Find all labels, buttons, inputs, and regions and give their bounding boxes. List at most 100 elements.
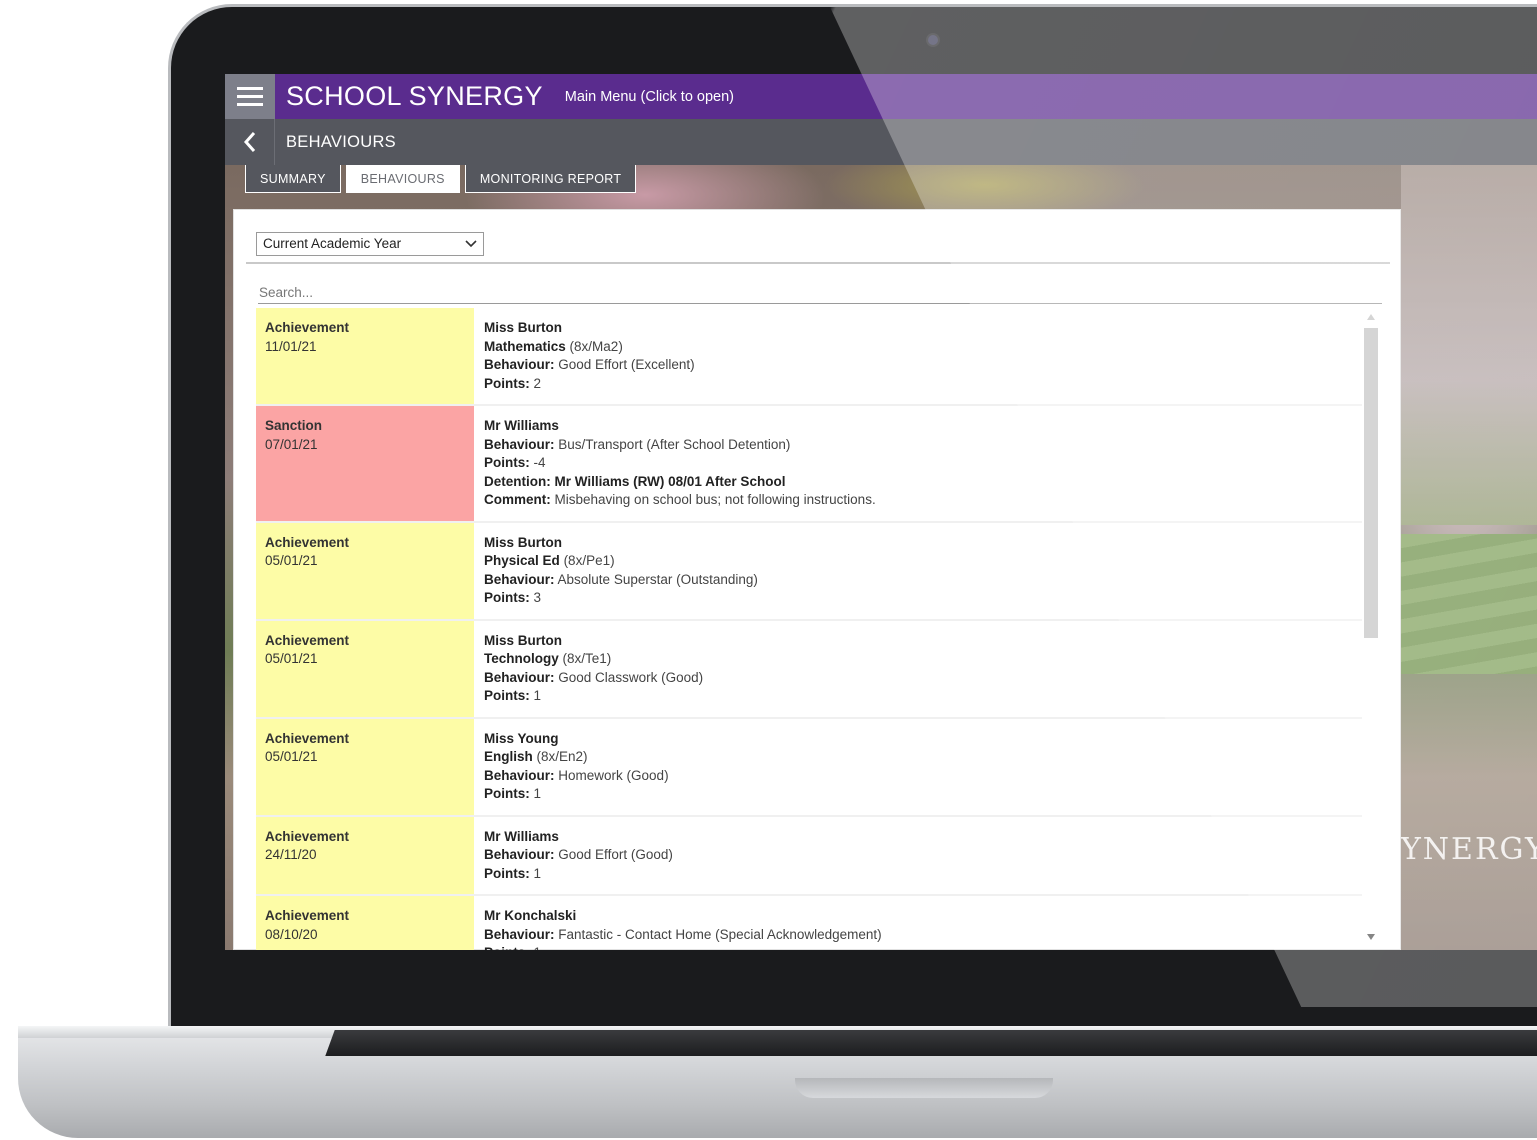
record-details: Miss Burton Physical Ed (8x/Pe1) Behavio… xyxy=(474,523,1362,619)
record-subject: Physical Ed xyxy=(484,553,560,568)
top-bar: SCHOOL SYNERGY Main Menu (Click to open) xyxy=(225,74,1537,119)
triangle-down-icon[interactable] xyxy=(1366,932,1376,942)
background-lawn xyxy=(1401,534,1537,674)
record-subject: Mathematics xyxy=(484,338,566,354)
behaviour-row[interactable]: Achievement 05/01/21 Miss Burton Technol… xyxy=(256,620,1362,719)
behaviour-label: Behaviour: xyxy=(484,357,555,372)
record-details: Miss Burton Technology (8x/Te1) Behaviou… xyxy=(474,621,1362,717)
tab-monitoring-report[interactable]: MONITORING REPORT xyxy=(464,165,637,193)
behaviour-panel: Current Academic Year Achievement 11/01/… xyxy=(233,209,1401,950)
record-comment: Misbehaving on school bus; not following… xyxy=(554,492,876,507)
record-behaviour: Good Effort (Excellent) xyxy=(558,357,695,372)
record-class: (8x/Ma2) xyxy=(569,338,623,354)
record-class: (8x/En2) xyxy=(536,749,588,764)
points-label: Points: xyxy=(484,375,530,391)
record-date: 08/10/20 xyxy=(265,926,318,942)
behaviour-row[interactable]: Sanction 07/01/21 Mr Williams Behaviour:… xyxy=(256,406,1362,523)
behaviour-label: Behaviour: xyxy=(484,436,555,452)
main-menu-link[interactable]: Main Menu (Click to open) xyxy=(565,89,734,105)
points-label: Points: xyxy=(484,865,530,881)
record-staff: Mr Konchalski xyxy=(484,908,577,923)
record-type-cell: Achievement 11/01/21 xyxy=(256,308,474,404)
record-type: Achievement xyxy=(265,534,350,550)
record-points: 1 xyxy=(533,786,542,801)
record-points: 1 xyxy=(534,945,542,950)
tab-summary[interactable]: SUMMARY xyxy=(245,165,341,193)
record-details: Mr Williams Behaviour: Good Effort (Good… xyxy=(474,817,1362,895)
behaviour-label: Behaviour: xyxy=(484,767,555,783)
record-type: Achievement xyxy=(265,632,350,648)
background-building xyxy=(1401,165,1537,525)
back-button[interactable] xyxy=(225,119,275,165)
record-type-cell: Achievement 05/01/21 xyxy=(256,718,474,815)
detention-label: Detention: xyxy=(484,473,551,489)
record-type-cell: Achievement 05/01/21 xyxy=(256,620,474,717)
record-points: 1 xyxy=(533,865,542,881)
tab-bar: SUMMARY BEHAVIOURS MONITORING REPORT xyxy=(245,165,637,193)
record-type-cell: Achievement 05/01/21 xyxy=(256,522,474,619)
record-detention: Mr Williams (RW) 08/01 After School xyxy=(554,473,786,489)
academic-year-select[interactable]: Current Academic Year xyxy=(256,232,484,256)
points-label: Points: xyxy=(484,688,530,703)
record-staff: Miss Young xyxy=(484,730,559,746)
triangle-up-icon[interactable] xyxy=(1366,312,1376,322)
behaviour-row[interactable]: Achievement 05/01/21 Miss Young English … xyxy=(256,718,1362,817)
record-type: Achievement xyxy=(265,320,350,335)
record-behaviour: Homework (Good) xyxy=(558,767,669,783)
tab-behaviours[interactable]: BEHAVIOURS xyxy=(345,165,460,193)
record-type: Achievement xyxy=(265,828,350,844)
list-scrollbar[interactable] xyxy=(1362,308,1380,946)
behaviour-row[interactable]: Achievement 24/11/20 Mr Williams Behavio… xyxy=(256,816,1362,896)
record-type: Achievement xyxy=(265,730,350,746)
behaviour-row[interactable]: Achievement 11/01/21 Miss Burton Mathema… xyxy=(256,308,1362,406)
record-class: (8x/Pe1) xyxy=(563,553,615,568)
chevron-left-icon xyxy=(243,132,255,152)
record-type-cell: Achievement 24/11/20 xyxy=(256,816,474,894)
record-behaviour: Bus/Transport (After School Detention) xyxy=(558,436,791,452)
record-points: 3 xyxy=(533,590,542,605)
points-label: Points: xyxy=(484,786,530,801)
behaviour-label: Behaviour: xyxy=(484,669,555,685)
brand-logo: SCHOOL SYNERGY xyxy=(286,81,543,111)
record-type: Sanction xyxy=(265,418,323,433)
comment-label: Comment: xyxy=(484,492,551,507)
record-staff: Miss Burton xyxy=(484,320,563,335)
scrollbar-thumb[interactable] xyxy=(1364,328,1378,638)
record-date: 05/01/21 xyxy=(265,651,318,666)
academic-year-select-value: Current Academic Year xyxy=(263,236,402,251)
record-date: 11/01/21 xyxy=(265,338,317,354)
record-details: Mr Williams Behaviour: Bus/Transport (Af… xyxy=(474,406,1362,521)
record-date: 05/01/21 xyxy=(265,749,318,764)
record-staff: Miss Burton xyxy=(484,534,563,550)
screen: YNERGY S SCHOOL SYNERGY Main Menu (Click… xyxy=(225,74,1537,950)
hamburger-icon[interactable] xyxy=(225,74,275,119)
record-date: 05/01/21 xyxy=(265,553,318,568)
search-input[interactable] xyxy=(258,282,1382,304)
record-subject: Technology xyxy=(484,651,559,666)
record-behaviour: Fantastic - Contact Home (Special Acknow… xyxy=(558,926,882,942)
sub-bar: BEHAVIOURS xyxy=(225,119,1537,165)
record-points: 1 xyxy=(533,688,542,703)
record-staff: Mr Williams xyxy=(484,418,559,433)
record-date: 07/01/21 xyxy=(265,436,318,452)
record-points: 2 xyxy=(533,375,542,391)
record-details: Miss Young English (8x/En2) Behaviour: H… xyxy=(474,719,1362,815)
filter-row: Current Academic Year xyxy=(246,220,1390,264)
background-watermark: YNERGY S xyxy=(1401,832,1537,867)
chevron-down-icon xyxy=(465,240,477,248)
behaviour-label: Behaviour: xyxy=(484,926,555,942)
record-details: Miss Burton Mathematics (8x/Ma2) Behavio… xyxy=(474,308,1362,404)
record-details: Mr Konchalski Behaviour: Fantastic - Con… xyxy=(474,896,1362,950)
record-type: Achievement xyxy=(265,908,350,923)
behaviour-row[interactable]: Achievement 05/01/21 Miss Burton Physica… xyxy=(256,522,1362,621)
trackpad-notch xyxy=(795,1078,1053,1098)
record-class: (8x/Te1) xyxy=(562,651,612,666)
record-behaviour: Good Classwork (Good) xyxy=(558,669,704,685)
record-type-cell: Achievement 08/10/20 xyxy=(256,896,474,950)
camera-icon xyxy=(928,35,938,45)
record-type-cell: Sanction 07/01/21 xyxy=(256,406,474,521)
points-label: Points: xyxy=(484,945,530,950)
page-title: BEHAVIOURS xyxy=(286,132,396,151)
behaviour-row[interactable]: Achievement 08/10/20 Mr Konchalski Behav… xyxy=(256,896,1362,950)
record-staff: Mr Williams xyxy=(484,828,559,844)
